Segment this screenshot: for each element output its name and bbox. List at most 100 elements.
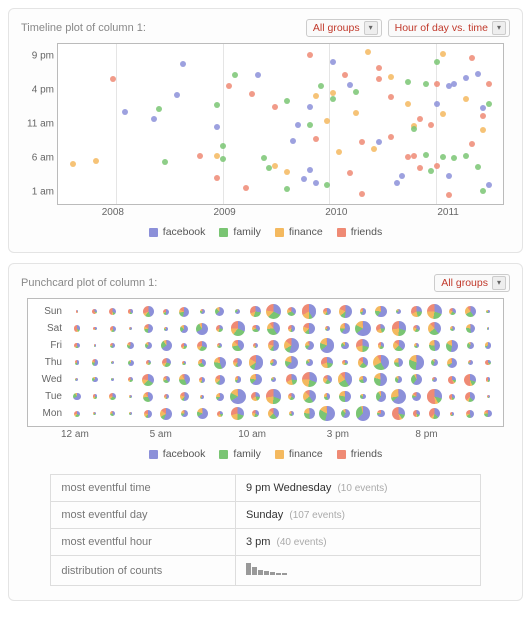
scatter-point xyxy=(249,91,255,97)
scatter-point xyxy=(423,81,429,87)
punch-pie xyxy=(160,408,172,420)
sparkline-icon xyxy=(246,563,287,575)
scatter-point xyxy=(261,155,267,161)
punch-pie xyxy=(305,341,314,350)
punch-pie xyxy=(414,343,419,348)
punch-pie xyxy=(413,410,420,417)
punch-pie xyxy=(198,359,206,367)
timeline-panel: Timeline plot of column 1: All groups ▾ … xyxy=(8,8,523,253)
scatter-point xyxy=(162,159,168,165)
scatter-point xyxy=(284,186,290,192)
punch-pie xyxy=(427,389,441,403)
stats-value: 3 pm (40 events) xyxy=(235,529,480,556)
scatter-point xyxy=(405,101,411,107)
punchcard-title: Punchcard plot of column 1: xyxy=(21,277,428,289)
punch-pie xyxy=(303,323,315,335)
punch-pie xyxy=(376,391,386,401)
punch-pie xyxy=(287,307,296,316)
swatch-icon xyxy=(219,228,228,237)
timeline-groups-label: All groups xyxy=(313,22,360,34)
punch-pie xyxy=(143,306,154,317)
timeline-view-dropdown[interactable]: Hour of day vs. time ▾ xyxy=(388,19,510,37)
table-row: most eventful day Sunday (107 events) xyxy=(51,502,480,529)
scatter-point xyxy=(417,165,423,171)
punch-pie xyxy=(129,395,133,399)
punch-pie xyxy=(217,411,223,417)
punch-pie xyxy=(93,327,97,331)
punch-row-label: Sat xyxy=(34,323,68,334)
swatch-icon xyxy=(337,450,346,459)
punch-pie xyxy=(392,321,406,335)
swatch-icon xyxy=(149,450,158,459)
table-row: distribution of counts xyxy=(51,556,480,586)
punch-pie xyxy=(215,375,225,385)
punch-pie xyxy=(129,327,132,330)
punch-pie xyxy=(92,377,97,382)
stats-label: distribution of counts xyxy=(51,556,236,586)
punch-pie xyxy=(303,390,316,403)
scatter-point xyxy=(214,102,220,108)
punch-pie xyxy=(377,410,385,418)
y-tick-label: 4 pm xyxy=(32,85,54,96)
scatter-point xyxy=(451,155,457,161)
punchcard-groups-dropdown[interactable]: All groups ▾ xyxy=(434,274,510,292)
swatch-icon xyxy=(149,228,158,237)
punch-pie xyxy=(429,340,439,350)
punch-pie xyxy=(214,357,226,369)
scatter-point xyxy=(342,72,348,78)
punch-pie xyxy=(180,325,188,333)
scatter-point xyxy=(272,104,278,110)
punchcard-panel: Punchcard plot of column 1: All groups ▾… xyxy=(8,263,523,601)
timeline-title: Timeline plot of column 1: xyxy=(21,22,300,34)
punch-pie xyxy=(431,359,439,367)
punch-pie xyxy=(216,393,224,401)
timeline-legend: facebook family finance friends xyxy=(21,226,510,238)
punch-pie xyxy=(450,326,455,331)
punch-pie xyxy=(179,374,190,385)
punch-pie xyxy=(110,326,116,332)
scatter-point xyxy=(336,149,342,155)
scatter-point xyxy=(434,163,440,169)
scatter-point xyxy=(411,126,417,132)
scatter-point xyxy=(307,104,313,110)
scatter-point xyxy=(440,154,446,160)
timeline-y-axis: 9 pm4 pm11 am6 am1 am xyxy=(22,44,56,204)
punch-pie xyxy=(306,359,313,366)
punch-pie xyxy=(323,375,332,384)
punch-pie xyxy=(341,342,349,350)
punch-pie xyxy=(266,304,282,320)
scatter-point xyxy=(197,153,203,159)
punch-pie xyxy=(94,344,96,346)
scatter-point xyxy=(434,81,440,87)
punch-pie xyxy=(468,360,473,365)
punch-row: Mon xyxy=(34,405,497,422)
timeline-groups-dropdown[interactable]: All groups ▾ xyxy=(306,19,382,37)
scatter-point xyxy=(232,72,238,78)
punch-pie xyxy=(339,391,351,403)
punch-pie xyxy=(411,306,421,316)
punch-pie xyxy=(164,394,169,399)
punch-pie xyxy=(74,325,81,332)
punch-pie xyxy=(286,374,296,384)
x-tick-label: 2009 xyxy=(169,205,281,218)
punch-pie xyxy=(360,308,367,315)
punch-pie xyxy=(339,305,352,318)
scatter-point xyxy=(434,59,440,65)
scatter-point xyxy=(324,118,330,124)
punch-pie xyxy=(217,343,222,348)
scatter-point xyxy=(469,55,475,61)
punch-pie xyxy=(374,373,387,386)
punch-pie xyxy=(163,309,169,315)
x-tick-label: 3 pm xyxy=(327,429,416,440)
punch-pie xyxy=(448,376,456,384)
stats-label: most eventful hour xyxy=(51,529,236,556)
punch-pie xyxy=(111,378,113,380)
punch-pie xyxy=(250,306,260,316)
punch-pie xyxy=(450,412,454,416)
scatter-point xyxy=(93,158,99,164)
punch-pie xyxy=(76,310,78,312)
punchcard-groups-label: All groups xyxy=(441,277,488,289)
scatter-point xyxy=(376,76,382,82)
punch-pie xyxy=(432,377,437,382)
scatter-point xyxy=(70,161,76,167)
